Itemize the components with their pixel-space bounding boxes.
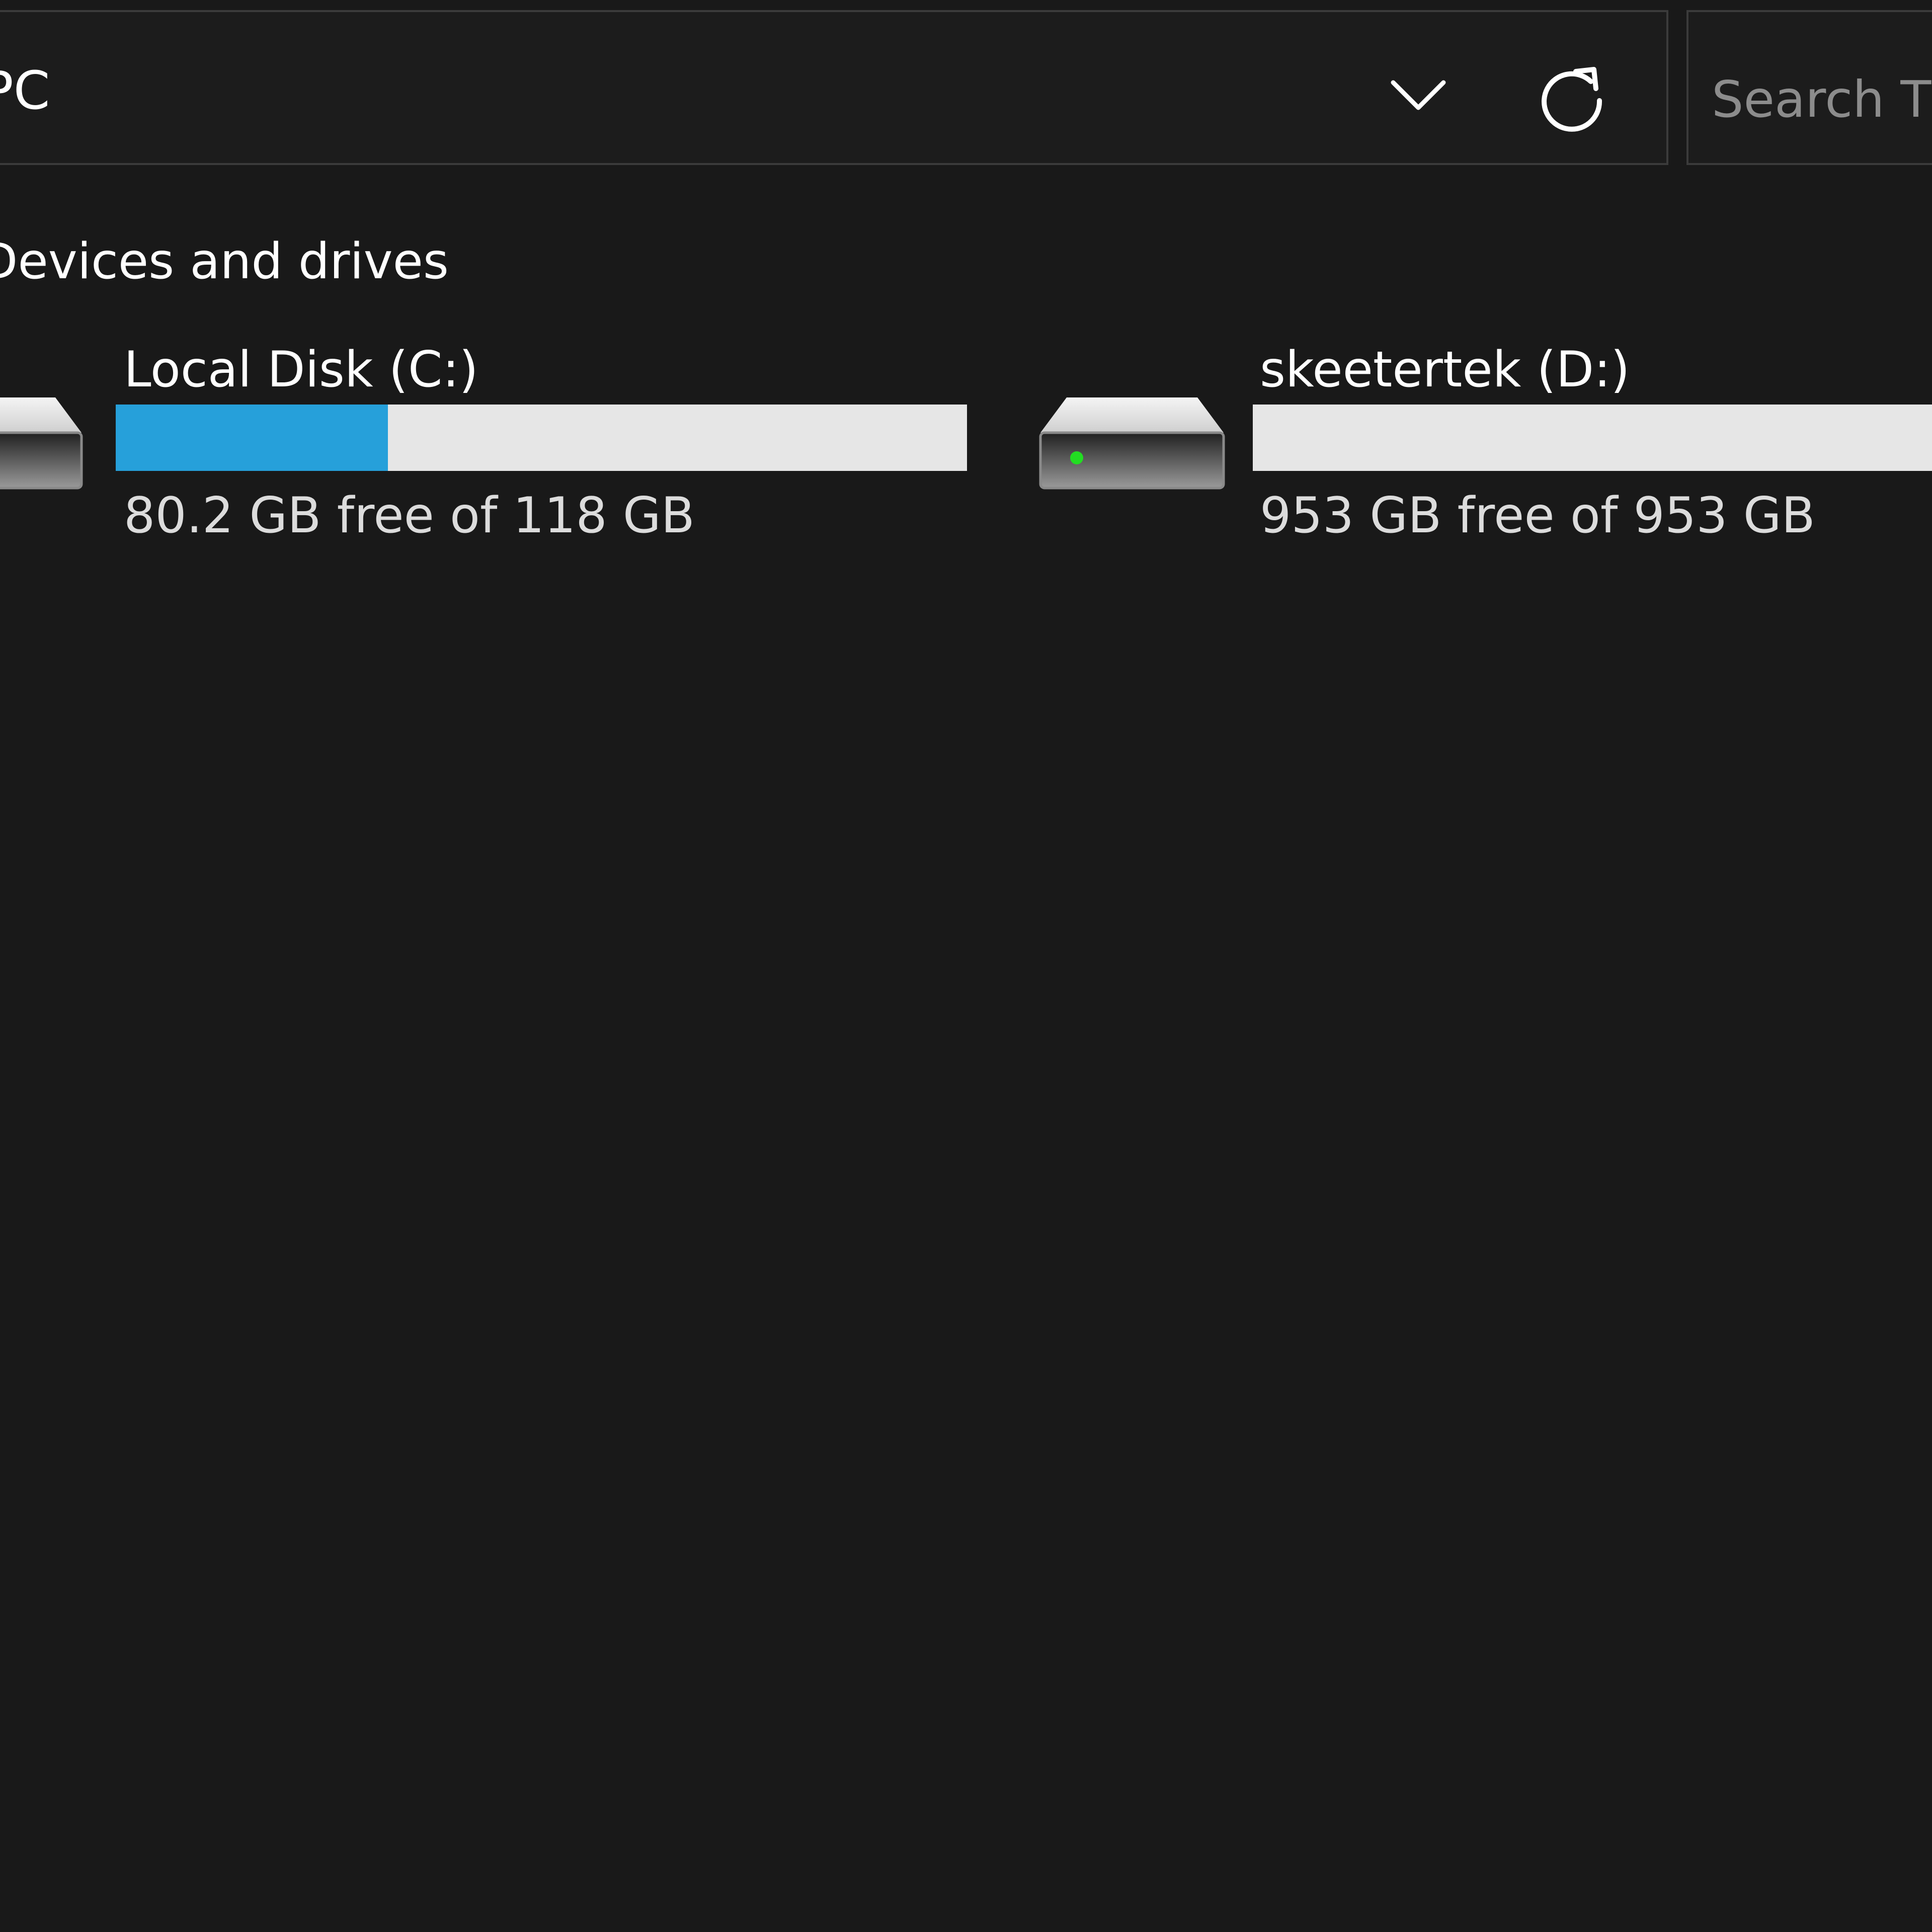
refresh-button[interactable] [1532,60,1612,136]
search-box[interactable] [1686,10,1932,165]
drive-free-space: 80.2 GB free of 118 GB [124,487,695,544]
search-input[interactable] [1712,66,1932,132]
drive-usage-bar [116,405,967,471]
chevron-down-icon [1391,80,1446,110]
drive-name: Local Disk (C:) [124,341,478,398]
hard-drive-icon [0,397,83,490]
section-heading-devices-and-drives: Devices and drives [0,233,449,290]
drive-tile-d[interactable]: skeetertek (D:) 953 GB free of 953 GB [1031,332,1932,564]
drive-usage-fill [116,405,388,471]
address-dropdown-button[interactable] [1386,72,1451,118]
refresh-icon [1542,67,1602,132]
drive-name: skeetertek (D:) [1260,341,1630,398]
drive-tile-c[interactable]: Local Disk (C:) 80.2 GB free of 118 GB [0,332,986,564]
drive-free-space: 953 GB free of 953 GB [1260,487,1815,544]
drive-usage-bar [1253,405,1932,471]
hard-drive-icon [1039,397,1225,490]
address-bar[interactable]: PC [0,10,1668,165]
file-explorer-window: PC Devices and drives [0,0,1932,1932]
address-path: PC [0,60,50,121]
